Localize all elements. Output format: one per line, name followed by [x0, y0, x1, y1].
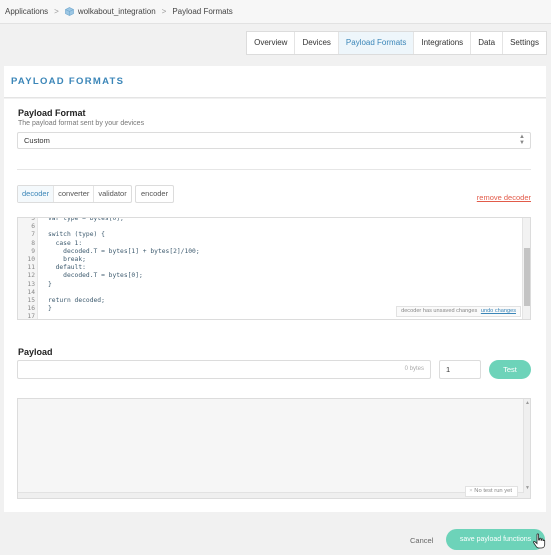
line-number: 15	[27, 297, 35, 304]
tab-overview[interactable]: Overview	[247, 32, 296, 54]
info-icon: ×	[469, 488, 473, 494]
payload-format-description: The payload format sent by your devices	[18, 120, 145, 127]
code-text: return decoded;	[48, 297, 105, 304]
port-input[interactable]: 1	[439, 360, 481, 379]
function-tabs: decoder converter validator	[17, 185, 132, 203]
cancel-button[interactable]: Cancel	[410, 536, 433, 545]
code-text: default:	[48, 264, 86, 272]
card-header: PAYLOAD FORMATS	[4, 66, 546, 98]
payload-format-select[interactable]: Custom ▲ ▼	[17, 132, 531, 149]
chevron-right-icon: >	[161, 7, 167, 16]
test-button[interactable]: Test	[489, 360, 531, 379]
payload-label: Payload	[18, 347, 53, 357]
breadcrumb-app-label: wolkabout_integration	[77, 7, 156, 16]
code-editor[interactable]: 5 var type = bytes[0]; 6 7 switch (type) {8 …	[17, 217, 531, 320]
payload-formats-card: Payload Format The payload format sent b…	[4, 99, 546, 512]
section-divider	[17, 169, 531, 170]
app-tabs: Overview Devices Payload Formats Integra…	[246, 31, 547, 55]
tab-decoder[interactable]: decoder	[18, 186, 55, 202]
editor-scrollbar[interactable]	[522, 218, 530, 319]
encoder-button[interactable]: encoder	[135, 185, 175, 203]
line-number: 12	[27, 272, 35, 280]
code-text: break;	[48, 256, 86, 263]
test-status-badge: × No test run yet	[465, 486, 518, 497]
code-text: }	[48, 305, 52, 313]
tab-settings[interactable]: Settings	[503, 32, 546, 54]
unsaved-changes-status: decoder has unsaved changes undo changes	[396, 306, 521, 317]
line-number: 16	[27, 305, 35, 313]
line-number: 11	[27, 264, 35, 272]
payload-input[interactable]: 0 bytes	[17, 360, 431, 379]
test-status-text: No test run yet	[474, 488, 512, 494]
line-number: 9	[31, 247, 35, 255]
test-output: ▲ ▼ × No test run yet	[17, 398, 531, 499]
breadcrumb-current: Payload Formats	[172, 7, 233, 16]
line-number: 13	[27, 280, 35, 288]
select-arrows-icon: ▲ ▼	[519, 134, 525, 146]
code-text: decoded.T = bytes[1] + bytes[2]/100;	[48, 247, 200, 255]
output-horizontal-scrollbar[interactable]	[18, 492, 524, 498]
tab-payload-formats[interactable]: Payload Formats	[338, 32, 415, 54]
payload-format-value: Custom	[24, 136, 50, 145]
bytes-counter: 0 bytes	[404, 366, 424, 372]
page-title: PAYLOAD FORMATS	[11, 76, 125, 87]
tab-data[interactable]: Data	[471, 32, 504, 54]
chevron-right-icon: >	[54, 7, 59, 16]
undo-changes-link[interactable]: undo changes	[481, 308, 516, 314]
code-text: var type = bytes[0];	[48, 217, 124, 222]
code-text: case 1:	[48, 239, 83, 247]
editor-scroll-thumb[interactable]	[524, 248, 530, 306]
tabs-bar: Overview Devices Payload Formats Integra…	[0, 31, 551, 55]
save-payload-functions-button[interactable]: save payload functions	[446, 529, 545, 550]
breadcrumb-applications[interactable]: Applications	[5, 7, 48, 16]
line-number: 8	[31, 239, 35, 247]
tab-devices[interactable]: Devices	[295, 32, 339, 54]
line-number: 17	[27, 313, 35, 320]
line-number: 10	[27, 256, 35, 263]
tab-converter[interactable]: converter	[54, 186, 95, 202]
line-number: 14	[27, 288, 35, 296]
hand-cursor-icon	[533, 533, 546, 549]
tab-validator[interactable]: validator	[94, 186, 130, 202]
remove-decoder-link[interactable]: remove decoder	[477, 193, 531, 202]
line-number: 7	[31, 231, 35, 239]
output-scrollbar[interactable]: ▲ ▼	[523, 399, 530, 498]
unsaved-changes-text: decoder has unsaved changes	[401, 308, 478, 314]
code-text: decoded.T = bytes[0];	[48, 272, 143, 280]
line-number: 6	[31, 223, 35, 231]
breadcrumb: Applications > wolkabout_integration > P…	[0, 0, 551, 24]
scroll-up-icon[interactable]: ▲	[525, 400, 530, 406]
scroll-down-icon[interactable]: ▼	[525, 485, 530, 491]
app-cube-icon	[64, 7, 74, 16]
payload-format-label: Payload Format	[18, 108, 86, 118]
code-text: switch (type) {	[48, 231, 105, 239]
breadcrumb-app[interactable]: wolkabout_integration	[64, 7, 156, 16]
tab-integrations[interactable]: Integrations	[414, 32, 472, 54]
code-text: }	[48, 280, 52, 288]
